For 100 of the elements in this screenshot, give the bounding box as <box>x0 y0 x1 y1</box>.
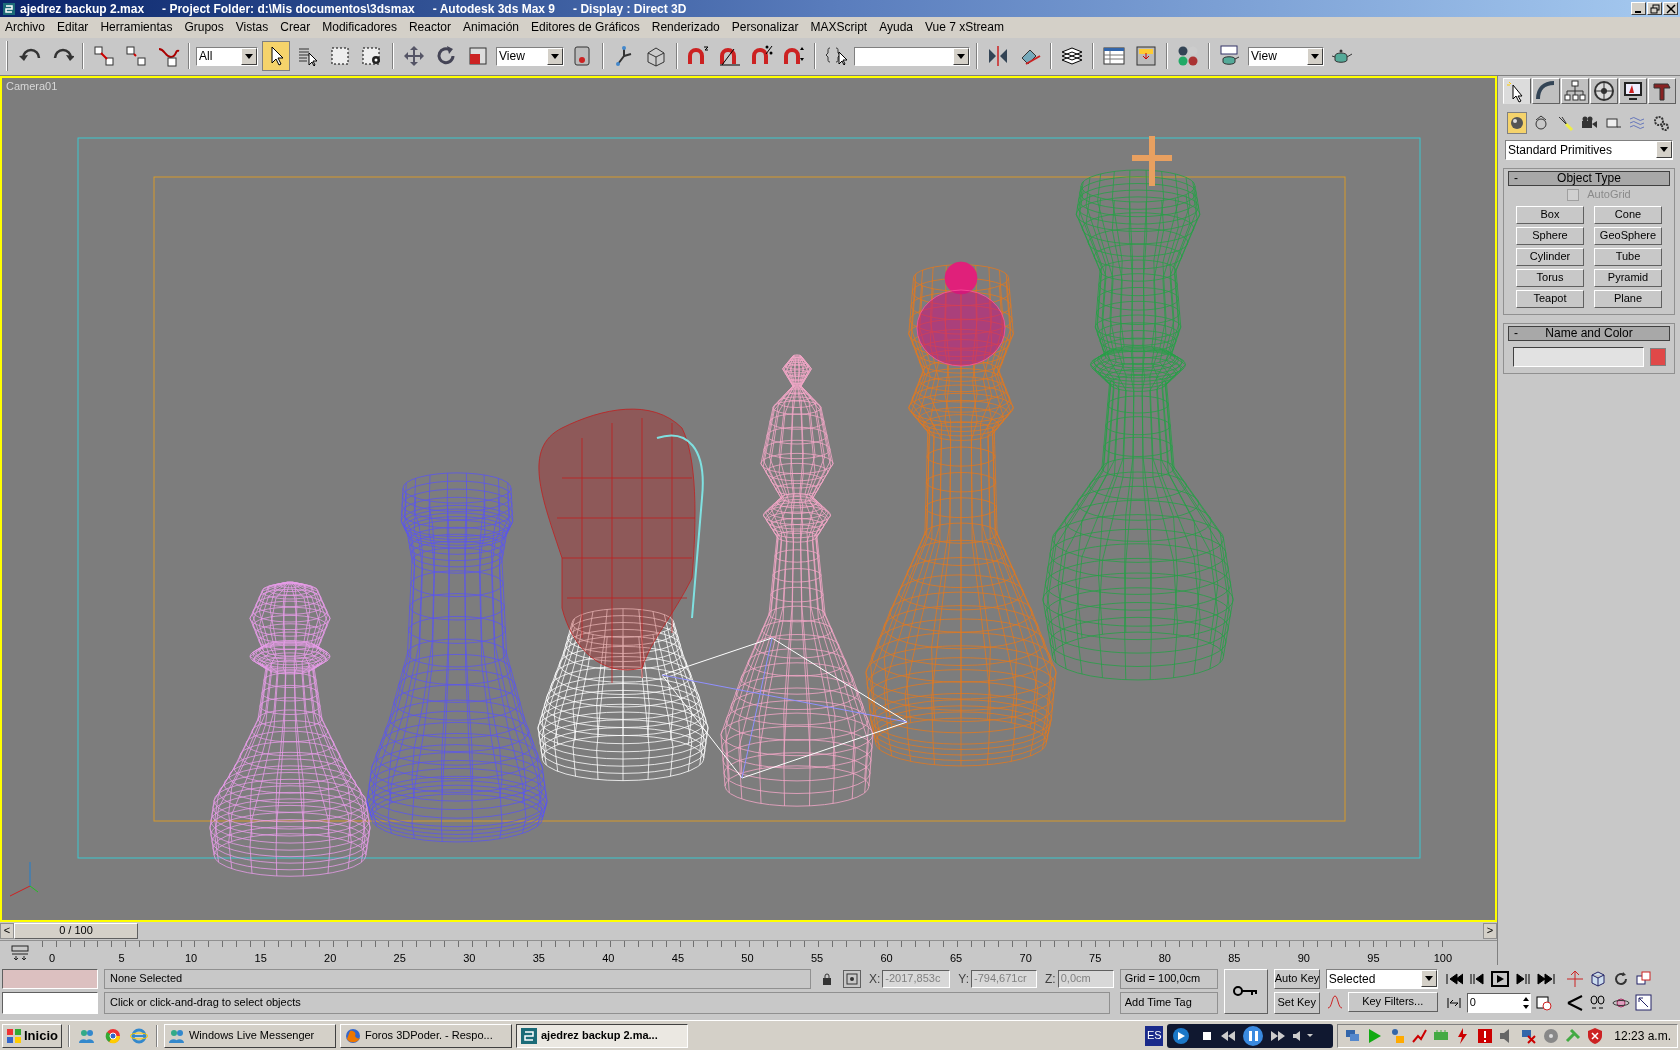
tick-label: 60 <box>879 950 894 965</box>
panel-tab[interactable] <box>1589 77 1618 104</box>
close-button[interactable] <box>1663 2 1678 15</box>
shield-icon[interactable] <box>1586 1026 1605 1045</box>
windows-logo-icon <box>6 1027 22 1044</box>
tick-label: 10 <box>183 950 199 965</box>
maximize-viewport-icon <box>1634 993 1653 1012</box>
panel-tab[interactable] <box>1618 77 1647 104</box>
menu-item[interactable]: Ayuda <box>878 18 914 37</box>
script-listener-field[interactable] <box>2 991 98 1014</box>
next-frame-button[interactable]: > <box>1483 922 1497 939</box>
tick-label: 90 <box>1296 950 1311 965</box>
rollout-header[interactable]: - Object Type <box>1508 170 1670 186</box>
key-mode-dropdown[interactable]: Selected <box>1325 968 1438 989</box>
primitive-button[interactable]: Box <box>1516 205 1584 224</box>
panel-tab[interactable] <box>1502 77 1531 104</box>
swatch-field[interactable] <box>2 968 98 989</box>
tick-label: 0 <box>47 950 57 965</box>
panel-tab[interactable] <box>1531 77 1560 104</box>
time-config-button[interactable] <box>1533 993 1554 1012</box>
primitive-button[interactable]: Sphere <box>1516 226 1584 245</box>
tick-label: 50 <box>740 950 755 965</box>
primitive-button[interactable]: Plane <box>1594 289 1662 308</box>
name-field[interactable] <box>1512 346 1644 367</box>
key-filters-button[interactable]: Key Filters... <box>1347 991 1438 1012</box>
hierarchy-icon <box>1562 78 1587 103</box>
set-key-mode-button[interactable]: Set Key <box>1273 991 1320 1014</box>
primitive-button[interactable]: Cylinder <box>1516 247 1584 266</box>
menu-item[interactable]: Vistas <box>234 18 270 37</box>
taskbar-button[interactable]: Windows Live Messenger <box>163 1023 336 1048</box>
toolbar-button[interactable] <box>262 41 290 72</box>
primitive-button[interactable]: Tube <box>1594 247 1662 266</box>
app-icon <box>2 1 16 16</box>
fox-globe-icon <box>343 1026 362 1045</box>
playback-button[interactable] <box>1489 969 1510 988</box>
minimize-button[interactable] <box>1631 2 1646 15</box>
menu-item[interactable]: Herramientas <box>99 18 174 37</box>
coordinate-label: Z: <box>1045 970 1056 988</box>
set-key-button[interactable] <box>1223 968 1268 1014</box>
browser-ball-icon <box>103 1026 122 1045</box>
tick-label: 80 <box>1157 950 1172 965</box>
panel-tab[interactable] <box>1647 77 1676 104</box>
grid-size-text: Grid = 100,0cm <box>1119 968 1218 989</box>
window-title: - Project Folder: d:\Mis documentos\3dsmax <box>162 0 415 18</box>
lock-icon <box>822 972 832 985</box>
transform-mode-button[interactable] <box>843 969 861 988</box>
menu-item[interactable]: Animación <box>462 18 520 37</box>
primitive-button[interactable]: Teapot <box>1516 289 1584 308</box>
primitive-button[interactable]: Cone <box>1594 205 1662 224</box>
menu-item[interactable]: Vue 7 xStream <box>924 18 1005 37</box>
dropdown[interactable]: All <box>196 46 258 66</box>
restore-button[interactable] <box>1647 2 1662 15</box>
taskbar-button[interactable]: Foros 3DPoder. - Respo... <box>339 1023 512 1048</box>
category-button[interactable] <box>1507 111 1527 134</box>
link-icon <box>92 44 116 69</box>
viewport-nav-button[interactable] <box>1565 992 1584 1013</box>
alert-icon[interactable] <box>1476 1026 1495 1045</box>
wheel-icon <box>1591 78 1616 103</box>
add-time-tag-button[interactable]: Add Time Tag <box>1119 991 1218 1014</box>
window-title: - Autodesk 3ds Max 9 <box>432 0 556 18</box>
menu-item[interactable]: MAXScript <box>809 18 869 37</box>
menu-item[interactable]: Archivo <box>4 18 46 37</box>
language-indicator[interactable]: ES <box>1145 1025 1164 1046</box>
gears-icon <box>1652 113 1670 132</box>
dropdown[interactable]: View <box>496 46 564 66</box>
viewport-nav-button[interactable] <box>1634 992 1653 1013</box>
panel-tab[interactable] <box>1560 77 1589 104</box>
menu-item[interactable]: Grupos <box>183 18 225 37</box>
tick-label: 30 <box>462 950 477 965</box>
menu-item[interactable]: Crear <box>279 18 312 37</box>
media-player-controls[interactable] <box>1167 1023 1334 1048</box>
primitive-button[interactable]: Pyramid <box>1594 268 1662 287</box>
frame-spinner[interactable]: 0 <box>1466 992 1531 1013</box>
previous-frame-button[interactable]: < <box>0 922 14 939</box>
menu-item[interactable]: Editar <box>56 18 90 37</box>
menu-item[interactable]: Editores de Gráficos <box>530 18 641 37</box>
crosshair-box-icon <box>846 972 858 985</box>
primitive-button[interactable]: GeoSphere <box>1594 226 1662 245</box>
taskbar-button[interactable]: ajedrez backup 2.ma... <box>515 1023 688 1048</box>
tick-label: 15 <box>253 950 268 965</box>
go-to-end-icon <box>1536 970 1555 987</box>
color-swatch[interactable] <box>1649 347 1666 366</box>
menu-item[interactable]: Reactor <box>407 18 452 37</box>
dropdown[interactable]: Standard Primitives <box>1505 139 1673 160</box>
go-to-start-icon <box>1444 970 1463 987</box>
menu-item[interactable]: Renderizado <box>650 18 721 37</box>
dropdown[interactable] <box>854 46 970 66</box>
rollout-header[interactable]: - Name and Color <box>1508 325 1670 341</box>
auto-key-button[interactable]: Auto Key <box>1273 968 1320 989</box>
time-slider-thumb[interactable]: 0 / 100 <box>14 922 138 939</box>
menu-item[interactable]: Modificadores <box>321 18 398 37</box>
pan-icon <box>1565 969 1584 988</box>
tick-label: 40 <box>601 950 616 965</box>
start-button[interactable]: Inicio <box>2 1023 62 1048</box>
cube-icon <box>1588 969 1607 988</box>
window-title: - Display : Direct 3D <box>573 0 687 18</box>
menu-item[interactable]: Personalizar <box>730 18 800 37</box>
dropdown[interactable]: View <box>1248 46 1324 66</box>
dropdown-arrow-icon <box>1311 53 1319 59</box>
primitive-button[interactable]: Torus <box>1516 268 1584 287</box>
